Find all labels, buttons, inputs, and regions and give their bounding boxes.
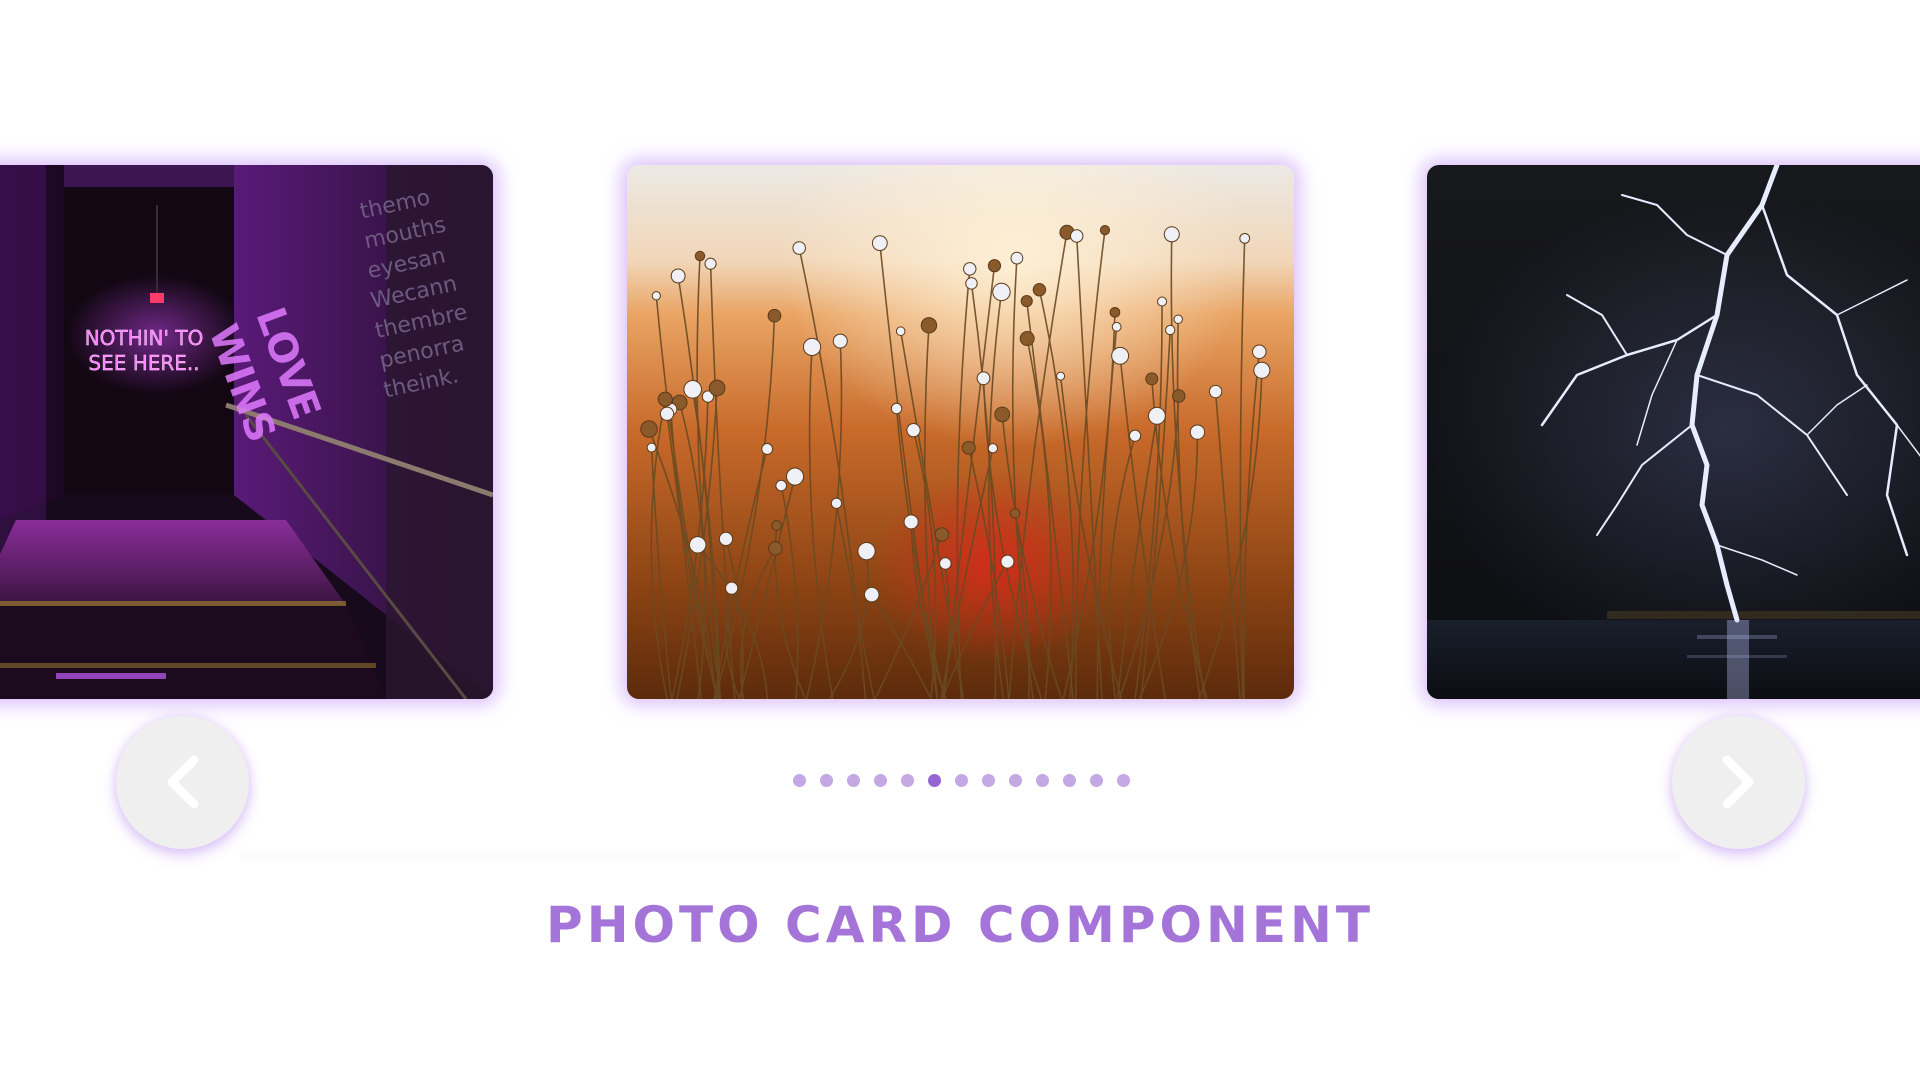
photo-card-center[interactable] xyxy=(627,165,1294,699)
pagination-dots xyxy=(793,774,1130,790)
pagination-dot[interactable] xyxy=(982,774,995,787)
prev-button[interactable] xyxy=(116,716,249,849)
chevron-right-icon xyxy=(1722,755,1754,809)
wildflower-field-photo xyxy=(627,165,1294,699)
pagination-dot[interactable] xyxy=(820,774,833,787)
pagination-dot[interactable] xyxy=(793,774,806,787)
photo-card-right[interactable] xyxy=(1427,165,1920,699)
pagination-dot[interactable] xyxy=(901,774,914,787)
pagination-dot[interactable] xyxy=(928,774,941,787)
pagination-dot[interactable] xyxy=(1117,774,1130,787)
pagination-dot[interactable] xyxy=(1009,774,1022,787)
next-button[interactable] xyxy=(1672,716,1805,849)
pagination-dot[interactable] xyxy=(1090,774,1103,787)
neon-sign-line-1: NOTHIN' TO xyxy=(85,326,204,350)
lightning-storm-photo xyxy=(1427,165,1920,699)
pagination-dot[interactable] xyxy=(1063,774,1076,787)
photo-card-carousel: NOTHIN' TO SEE HERE.. themo mouths eyesa… xyxy=(0,0,1920,1080)
chevron-left-icon xyxy=(167,755,199,809)
divider xyxy=(240,848,1680,866)
pagination-dot[interactable] xyxy=(955,774,968,787)
neon-sign-line-2: SEE HERE.. xyxy=(88,351,199,375)
neon-corridor-photo: NOTHIN' TO SEE HERE.. themo mouths eyesa… xyxy=(0,165,493,699)
photo-card-left[interactable]: NOTHIN' TO SEE HERE.. themo mouths eyesa… xyxy=(0,165,493,699)
pagination-dot[interactable] xyxy=(874,774,887,787)
pagination-dot[interactable] xyxy=(1036,774,1049,787)
page-title: PHOTO CARD COMPONENT xyxy=(546,896,1374,954)
pagination-dot[interactable] xyxy=(847,774,860,787)
